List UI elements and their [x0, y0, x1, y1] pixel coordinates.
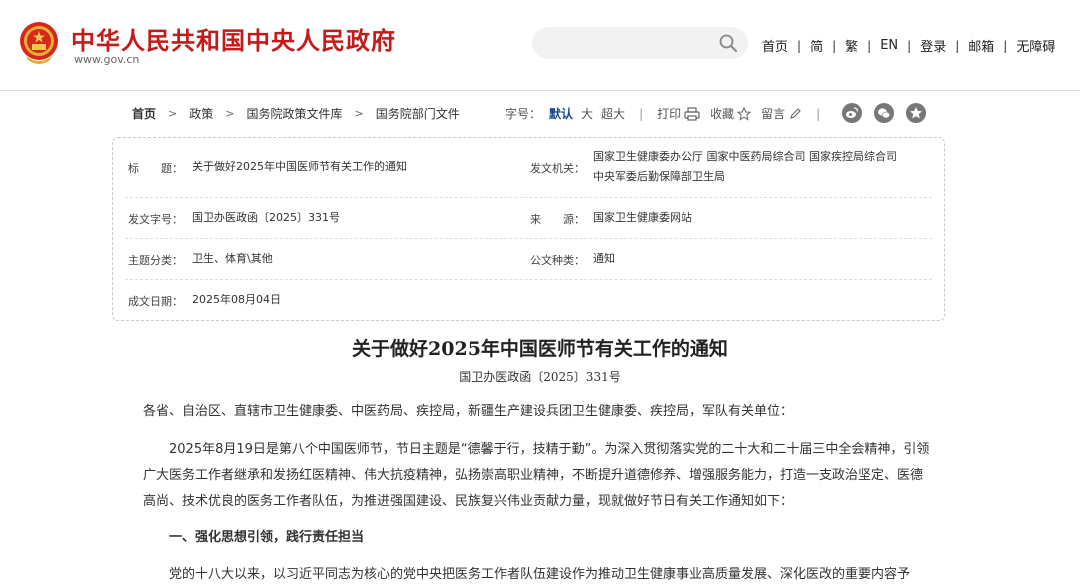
breadcrumb-department-docs[interactable]: 国务院部门文件 — [376, 105, 460, 122]
chevron-right-icon: > — [225, 107, 235, 120]
star-outline-icon — [737, 106, 752, 121]
meta-title-label: 标 题： — [128, 162, 183, 175]
site-header: 中华人民共和国中央人民政府 www.gov.cn 首页 | 简 | 繁 | EN… — [0, 0, 1080, 91]
nav-separator: | — [832, 38, 837, 53]
printer-icon — [684, 106, 700, 121]
meta-category-label: 主题分类： — [128, 254, 183, 267]
document-title: 关于做好2025年中国医师节有关工作的通知 — [352, 338, 728, 360]
meta-issuer-label: 发文机关： — [530, 162, 585, 175]
breadcrumb-policy[interactable]: 政策 — [189, 105, 213, 122]
meta-divider — [125, 238, 932, 239]
search-input[interactable] — [532, 27, 748, 59]
meta-date-label: 成文日期： — [128, 295, 183, 308]
meta-divider — [125, 197, 932, 198]
pencil-icon — [790, 107, 801, 119]
chevron-right-icon: > — [168, 107, 178, 120]
meta-docno-value: 国卫办医政函〔2025〕331号 — [192, 211, 340, 224]
font-size-default[interactable]: 默认 — [549, 105, 573, 122]
meta-doctype-value: 通知 — [593, 252, 615, 265]
nav-login[interactable]: 登录 — [920, 36, 946, 55]
meta-issuer-value-line2: 中央军委后勤保障部卫生局 — [593, 170, 725, 183]
favorite-button[interactable]: 收藏 — [710, 105, 752, 122]
print-label: 打印 — [657, 107, 682, 121]
national-emblem-icon[interactable] — [18, 20, 60, 66]
site-url: www.gov.cn — [74, 53, 140, 66]
nav-separator: | — [955, 38, 960, 53]
favorite-star-icon[interactable] — [906, 103, 926, 123]
meta-source-label: 来 源： — [530, 213, 585, 226]
nav-mail[interactable]: 邮箱 — [968, 36, 994, 55]
meta-title-value: 关于做好2025年中国医师节有关工作的通知 — [192, 160, 407, 173]
comment-label: 留言 — [761, 107, 786, 121]
document-metadata-panel: 标 题： 关于做好2025年中国医师节有关工作的通知 发文机关： 国家卫生健康委… — [112, 137, 945, 321]
meta-issuer-value-line1: 国家卫生健康委办公厅 国家中医药局综合司 国家疾控局综合司 — [593, 150, 897, 163]
nav-separator: | — [907, 38, 912, 53]
favorite-label: 收藏 — [710, 107, 735, 121]
font-size-xlarge[interactable]: 超大 — [601, 105, 625, 122]
breadcrumb-home[interactable]: 首页 — [132, 105, 156, 122]
toolbar-separator: | — [639, 106, 644, 121]
nav-home[interactable]: 首页 — [762, 36, 788, 55]
chevron-right-icon: > — [354, 107, 364, 120]
nav-separator: | — [797, 38, 802, 53]
article-toolbar: 字号： 默认 大 超大 | 打印 收藏 留言 | — [505, 105, 834, 122]
document-salutation: 各省、自治区、直辖市卫生健康委、中医药局、疾控局，新疆生产建设兵团卫生健康委、疾… — [143, 404, 794, 419]
nav-traditional[interactable]: 繁 — [845, 36, 858, 55]
meta-category-value: 卫生、体育\其他 — [192, 252, 273, 265]
toolbar-separator: | — [816, 106, 821, 121]
nav-simplified[interactable]: 简 — [810, 36, 823, 55]
top-nav: 首页 | 简 | 繁 | EN | 登录 | 邮箱 | 无障碍 — [762, 36, 1055, 55]
breadcrumb-policy-library[interactable]: 国务院政策文件库 — [246, 105, 342, 122]
document-section-heading: 一、强化思想引领，践行责任担当 — [169, 530, 365, 545]
meta-divider — [125, 279, 932, 280]
meta-doctype-label: 公文种类： — [530, 254, 585, 267]
nav-accessibility[interactable]: 无障碍 — [1016, 36, 1055, 55]
meta-source-value: 国家卫生健康委网站 — [593, 211, 692, 224]
document-number: 国卫办医政函〔2025〕331号 — [459, 370, 621, 384]
font-size-large[interactable]: 大 — [581, 105, 593, 122]
nav-separator: | — [1003, 38, 1008, 53]
wechat-share-icon[interactable] — [874, 103, 894, 123]
meta-docno-label: 发文字号： — [128, 213, 183, 226]
document-paragraph: 2025年8月19日是第八个中国医师节，节日主题是“德馨于行，技精于勤”。为深入… — [143, 442, 930, 509]
weibo-share-icon[interactable] — [842, 103, 862, 123]
site-title[interactable]: 中华人民共和国中央人民政府 — [71, 21, 396, 56]
search-icon[interactable] — [718, 33, 738, 53]
print-button[interactable]: 打印 — [657, 105, 700, 122]
font-size-label: 字号： — [505, 107, 542, 121]
nav-english[interactable]: EN — [880, 38, 898, 53]
breadcrumb: 首页 > 政策 > 国务院政策文件库 > 国务院部门文件 — [132, 105, 460, 122]
comment-button[interactable]: 留言 — [761, 105, 802, 122]
meta-date-value: 2025年08月04日 — [192, 293, 281, 306]
document-paragraph: 党的十八大以来，以习近平同志为核心的党中央把医务工作者队伍建设作为推动卫生健康事… — [169, 567, 911, 582]
nav-separator: | — [867, 38, 872, 53]
